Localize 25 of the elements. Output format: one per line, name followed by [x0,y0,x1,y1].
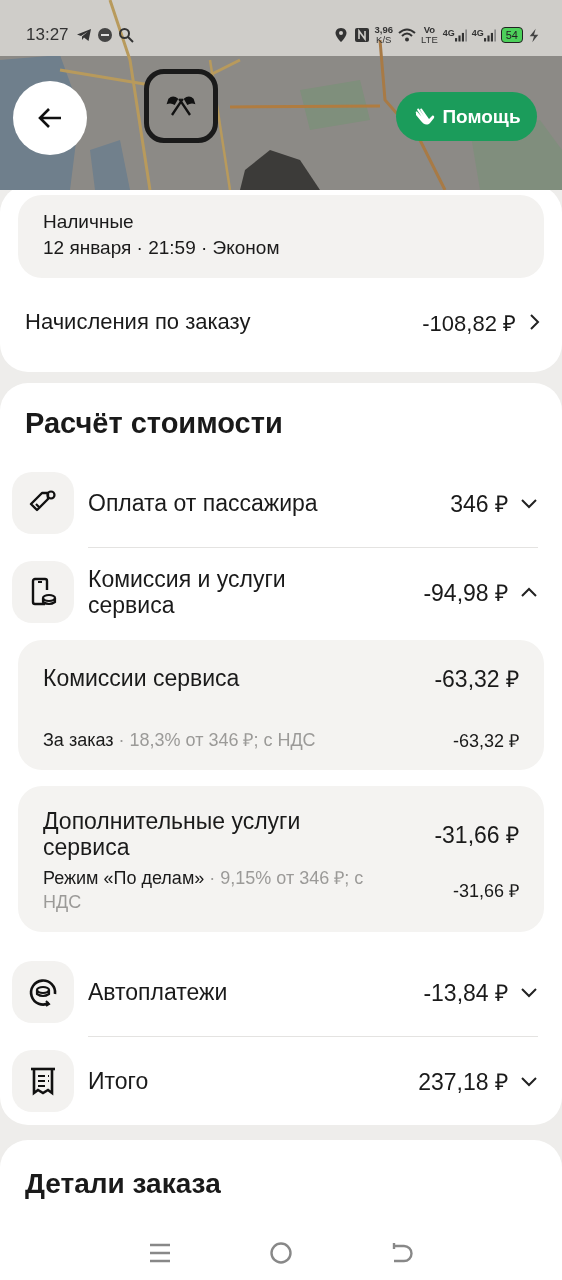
payment-method: Наличные [43,211,135,233]
section-title: Детали заказа [25,1167,222,1201]
breakdown-amount: -31,66 ₽ [434,821,519,850]
breakdown-line: За заказ · 18,3% от 346 ₽; с НДС [43,729,316,752]
breakdown-amount: -63,32 ₽ [434,665,519,694]
cost-row[interactable]: Комиссия и услуги сервиса -94,98 ₽ [0,548,562,636]
line-amount: -63,32 ₽ [452,730,519,752]
breakdown-line: Режим «По делам» · 9,15% от 346 ₽; с НДС [43,867,365,914]
battery-level: 54 [500,27,523,43]
cost-row[interactable]: Автоплатежи -13,84 ₽ [0,948,562,1036]
cost-row[interactable]: Оплата от пассажира 346 ₽ [0,459,562,547]
accruals-row[interactable]: Начисления по заказу -108,82 ₽ [18,278,544,366]
section-title: Расчёт стоимости [25,406,284,441]
network-type: 4G [471,27,484,38]
network-speed: 3,96 K/S [374,25,393,45]
line-amount: -31,66 ₽ [452,880,519,902]
order-date-time-tariff: 12 января · 21:59 · Эконом [43,237,281,259]
breakdown-title: Комиссии сервиса [43,665,241,691]
status-time: 13:27 [26,25,69,45]
order-summary[interactable]: Наличные 12 января · 21:59 · Эконом [18,195,544,278]
breakdown-title: Дополнительные услуги сервиса [43,808,302,860]
network-type: 4G [442,27,455,38]
cost-row[interactable]: Итого 237,18 ₽ [0,1037,562,1125]
volte-label: Vo LTE [421,25,438,45]
help-button[interactable]: Помощь [396,92,537,141]
